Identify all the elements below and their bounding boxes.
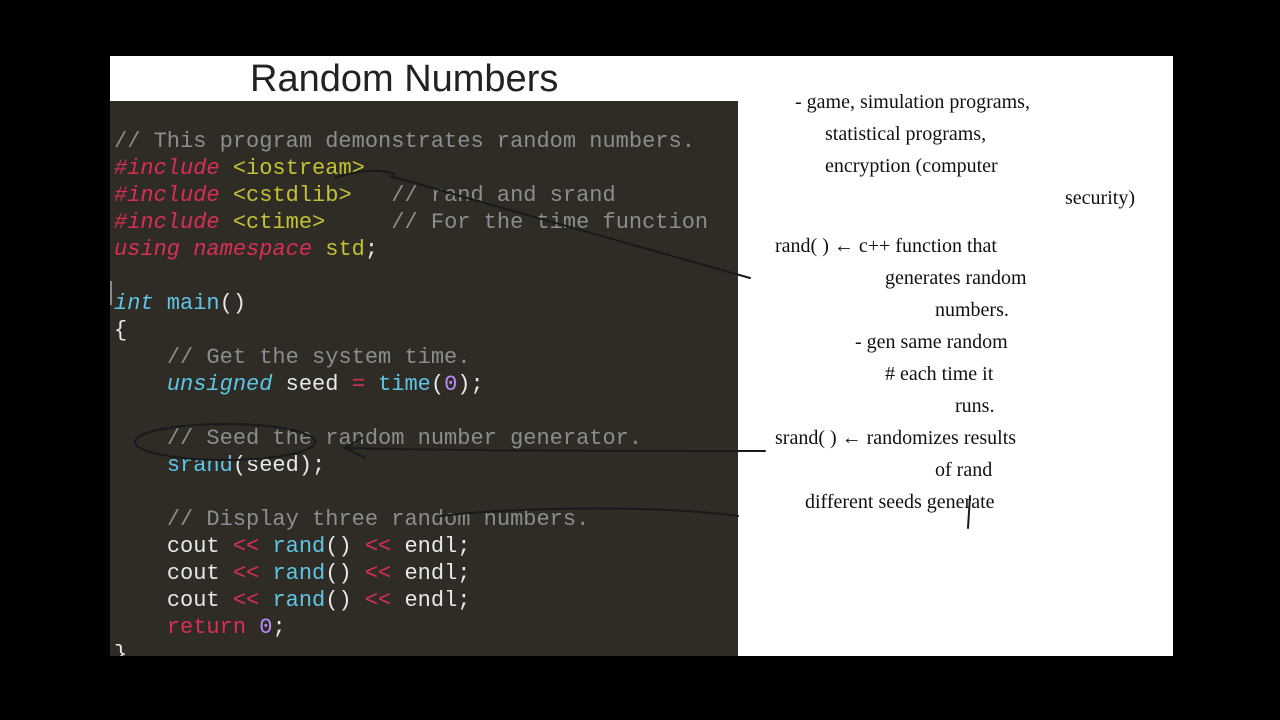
note-line: # each time it bbox=[885, 360, 1165, 388]
code-token: cout bbox=[167, 561, 233, 586]
code-token: #include bbox=[114, 183, 220, 208]
code-token bbox=[114, 345, 167, 370]
code-token: cout bbox=[167, 588, 233, 613]
code-token: #include bbox=[114, 210, 220, 235]
code-token: // For the time function bbox=[325, 210, 708, 235]
code-token: () bbox=[325, 534, 365, 559]
code-token: () bbox=[325, 588, 365, 613]
code-token: ; bbox=[457, 534, 470, 559]
code-token: srand bbox=[167, 453, 233, 478]
note-line: of rand bbox=[935, 456, 1165, 484]
code-token: cout bbox=[167, 534, 233, 559]
note-line: security) bbox=[885, 184, 1165, 212]
text-cursor bbox=[110, 281, 112, 305]
code-token: namespace bbox=[180, 237, 312, 262]
code-token: return bbox=[167, 615, 246, 640]
code-token: () bbox=[325, 561, 365, 586]
code-token bbox=[114, 426, 167, 451]
code-token: << bbox=[365, 588, 391, 613]
code-token: #include bbox=[114, 156, 220, 181]
code-token: ; bbox=[457, 588, 470, 613]
code-token: unsigned bbox=[167, 372, 273, 397]
code-token: using bbox=[114, 237, 180, 262]
code-token: endl bbox=[404, 588, 457, 613]
note-line: different seeds generate bbox=[805, 488, 1165, 516]
code-token: ; bbox=[457, 561, 470, 586]
code-token bbox=[114, 534, 167, 559]
code-token: (seed); bbox=[233, 453, 325, 478]
code-token: << bbox=[233, 534, 259, 559]
code-token: = bbox=[352, 372, 365, 397]
code-token: << bbox=[233, 588, 259, 613]
code-token: std bbox=[312, 237, 365, 262]
code-token bbox=[114, 615, 167, 640]
code-token: <ctime> bbox=[220, 210, 326, 235]
code-token: 0 bbox=[444, 372, 457, 397]
code-token: ( bbox=[431, 372, 444, 397]
code-token: endl bbox=[404, 534, 457, 559]
code-token: ) bbox=[457, 372, 470, 397]
slide-title: Random Numbers bbox=[250, 58, 558, 101]
code-token: ; bbox=[365, 237, 378, 262]
code-token: rand bbox=[272, 588, 325, 613]
code-token: << bbox=[233, 561, 259, 586]
note-line: runs. bbox=[955, 392, 1165, 420]
handwritten-notes: - game, simulation programs, statistical… bbox=[795, 88, 1165, 520]
code-token: endl bbox=[404, 561, 457, 586]
code-token bbox=[114, 588, 167, 613]
code-token bbox=[114, 372, 167, 397]
code-line: // This program demonstrates random numb… bbox=[114, 129, 695, 154]
code-token: // Seed the random number generator. bbox=[167, 426, 642, 451]
note-line: srand( ) ← randomizes results bbox=[775, 424, 1165, 452]
code-token: ; bbox=[272, 615, 285, 640]
note-line: numbers. bbox=[935, 296, 1165, 324]
note-line: - gen same random bbox=[855, 328, 1165, 356]
code-token bbox=[114, 561, 167, 586]
note-line: encryption (computer bbox=[825, 152, 1165, 180]
code-token: << bbox=[365, 561, 391, 586]
note-line: - game, simulation programs, bbox=[795, 88, 1165, 116]
code-token: int bbox=[114, 291, 154, 316]
code-token: <iostream> bbox=[220, 156, 365, 181]
code-token: // Display three random numbers. bbox=[167, 507, 589, 532]
code-token: 0 bbox=[259, 615, 272, 640]
code-line: } bbox=[114, 642, 127, 656]
code-token bbox=[114, 453, 167, 478]
note-line: rand( ) ← c++ function that bbox=[775, 232, 1165, 260]
code-token: << bbox=[365, 534, 391, 559]
code-token bbox=[114, 507, 167, 532]
code-token: main bbox=[154, 291, 220, 316]
code-token: seed bbox=[286, 372, 352, 397]
code-token: // rand and srand bbox=[352, 183, 616, 208]
slide: Random Numbers // This program demonstra… bbox=[110, 56, 1173, 656]
code-token: rand bbox=[272, 534, 325, 559]
code-token: // Get the system time. bbox=[167, 345, 471, 370]
code-block: // This program demonstrates random numb… bbox=[110, 101, 738, 656]
code-token: rand bbox=[272, 561, 325, 586]
code-token: () bbox=[220, 291, 246, 316]
note-line: statistical programs, bbox=[825, 120, 1165, 148]
code-token: ; bbox=[470, 372, 483, 397]
code-token: <cstdlib> bbox=[220, 183, 352, 208]
code-token: time bbox=[378, 372, 431, 397]
note-line: generates random bbox=[885, 264, 1165, 292]
code-line: { bbox=[114, 318, 127, 343]
